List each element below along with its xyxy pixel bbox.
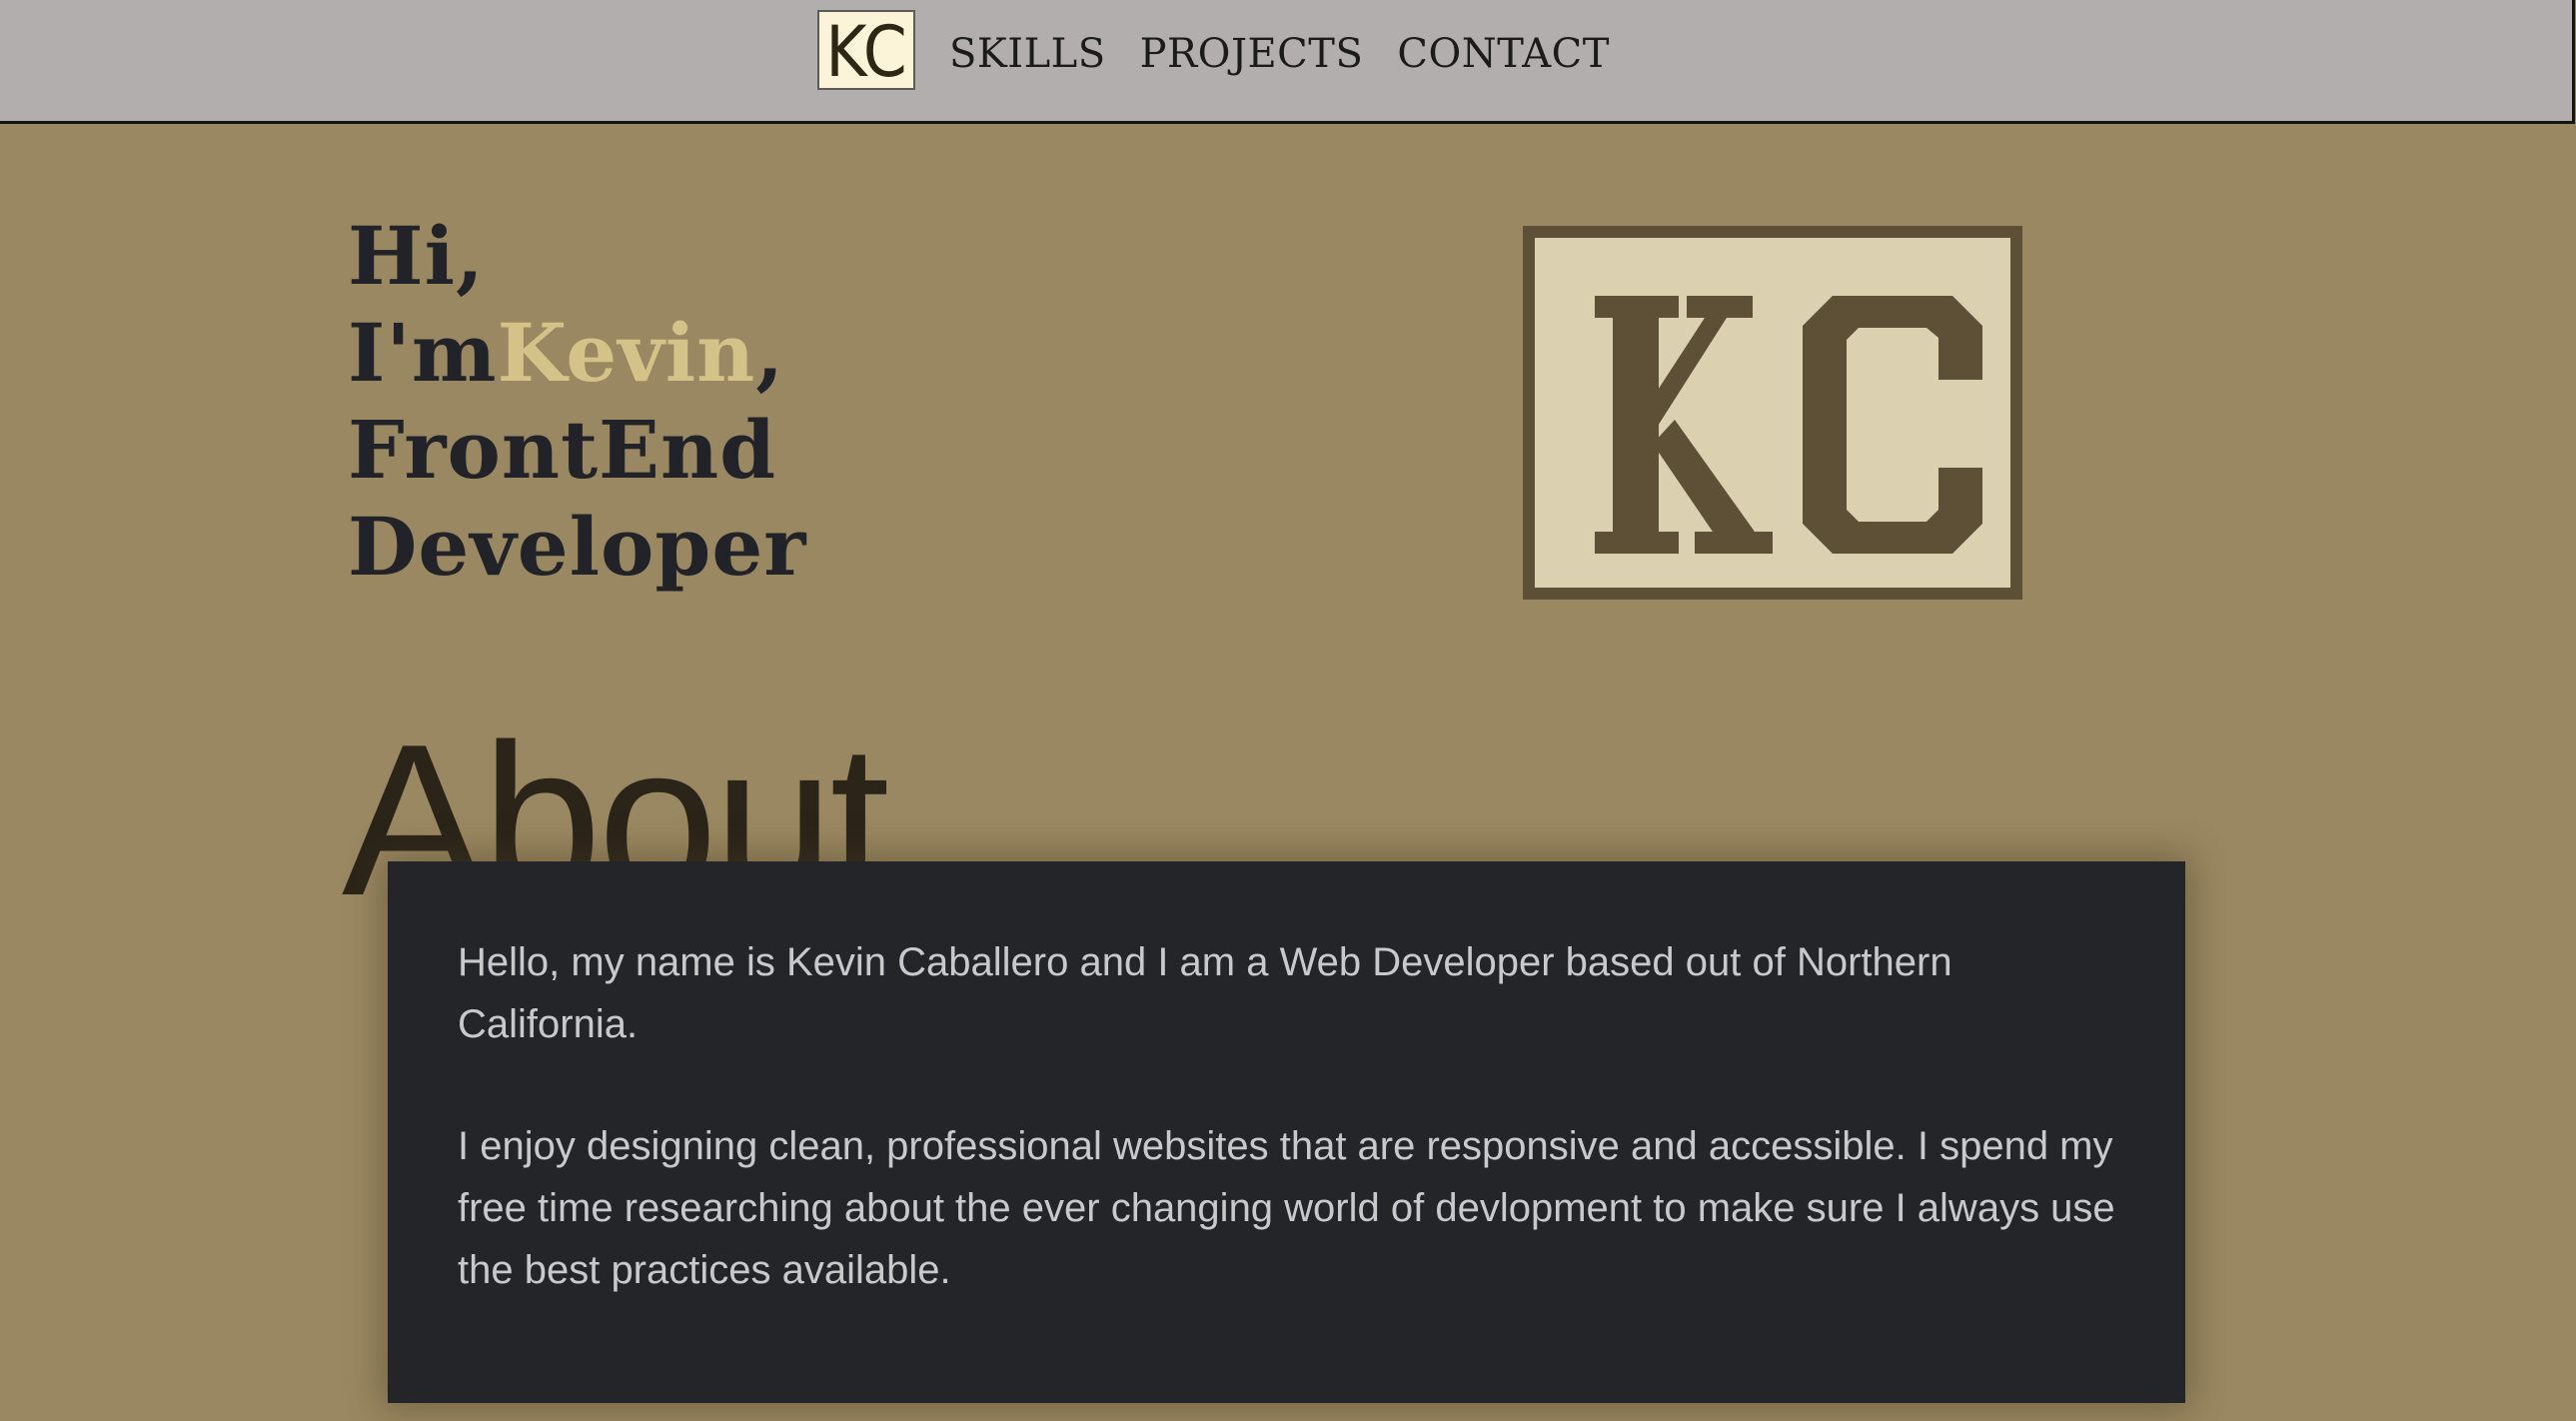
hero-intro-prefix: I'm (348, 306, 498, 400)
nav-link-projects[interactable]: PROJECTS (1140, 31, 1364, 77)
svg-text:KC: KC (825, 15, 906, 85)
about-paragraph-2: I enjoy designing clean, professional we… (458, 1124, 2115, 1292)
nav-logo-link[interactable]: KC (817, 10, 915, 90)
hero-role-line-1: FrontEnd (348, 403, 777, 497)
nav-link-skills[interactable]: SKILLS (949, 31, 1106, 77)
hero-kc-logo (1523, 226, 2022, 600)
kc-logo-icon: KC (825, 15, 906, 85)
kc-monogram-icon (1595, 296, 1982, 554)
about-card: Hello, my name is Kevin Caballero and I … (388, 861, 2185, 1403)
top-navbar: KC SKILLS PROJECTS CONTACT (0, 0, 2575, 124)
hero-title: Hi, I'mKevin, FrontEnd Developer (348, 208, 806, 596)
nav-links: SKILLS PROJECTS CONTACT (949, 24, 1610, 84)
about-paragraph-1: Hello, my name is Kevin Caballero and I … (458, 940, 1952, 1046)
hero-intro-suffix: , (755, 306, 785, 400)
hero-intro-line: I'mKevin, (348, 305, 806, 402)
hero-greeting: Hi, (348, 209, 485, 303)
nav-item-projects: PROJECTS (1140, 24, 1364, 84)
hero-name: Kevin (497, 306, 756, 400)
nav-item-contact: CONTACT (1397, 24, 1610, 84)
nav-item-skills: SKILLS (949, 24, 1106, 84)
hero-role-line-2: Developer (348, 500, 807, 594)
nav-link-contact[interactable]: CONTACT (1397, 31, 1610, 77)
